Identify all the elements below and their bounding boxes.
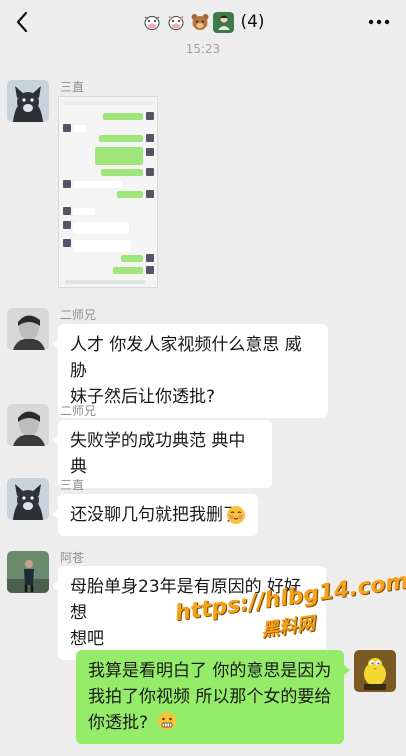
- cow-face-emoji-icon: [165, 12, 186, 33]
- person-emoji-icon: [213, 11, 235, 33]
- cow-emoji-icon: [141, 12, 162, 33]
- more-button[interactable]: [366, 10, 392, 34]
- chat-title: (4): [141, 11, 265, 33]
- message-bubble[interactable]: 人才 你发人家视频什么意思 威胁 妹子然后让你透批?: [52, 324, 328, 418]
- member-count: (4): [240, 12, 265, 32]
- message-text: 你透批?: [88, 713, 149, 733]
- message-bubble[interactable]: 失败学的成功典范 典中典: [52, 420, 272, 488]
- message-text: 失败学的成功典范 典中典: [70, 431, 246, 477]
- chat-header: (4): [0, 0, 406, 44]
- sender-name: 二师兄: [60, 404, 97, 418]
- chat-image-attachment[interactable]: [58, 96, 158, 288]
- sender-name: 三直: [60, 478, 85, 492]
- blush-smile-emoji-icon: [227, 506, 245, 524]
- message-timestamp: 15:23: [185, 42, 221, 56]
- grimace-emoji-icon: [158, 712, 177, 730]
- avatar-ershixiong[interactable]: [7, 404, 49, 446]
- sender-name: 二师兄: [60, 308, 97, 322]
- avatar-ershixiong[interactable]: [7, 308, 49, 350]
- message-text: 还没聊几句就把我删了: [70, 505, 240, 525]
- bear-emoji-icon: [189, 12, 210, 33]
- message-text: 我算是看明白了 你的意思是因为: [88, 661, 332, 681]
- avatar-sanzhi[interactable]: [7, 80, 49, 122]
- message-text: 人才 你发人家视频什么意思 威胁: [70, 335, 302, 381]
- sender-name: 三直: [60, 80, 85, 94]
- message-text: 妹子然后让你透批?: [70, 387, 216, 407]
- sender-name: 阿苍: [60, 551, 85, 565]
- ellipsis-icon: [368, 19, 390, 25]
- message-text: 我拍了你视频 所以那个女的要给: [88, 687, 332, 707]
- back-button[interactable]: [8, 8, 36, 36]
- chevron-left-icon: [16, 11, 28, 33]
- avatar-acang[interactable]: [7, 551, 49, 593]
- message-bubble[interactable]: 还没聊几句就把我删了: [52, 494, 258, 536]
- avatar-self[interactable]: [354, 650, 396, 692]
- avatar-sanzhi[interactable]: [7, 478, 49, 520]
- message-bubble-self[interactable]: 我算是看明白了 你的意思是因为 我拍了你视频 所以那个女的要给 你透批?: [76, 650, 350, 744]
